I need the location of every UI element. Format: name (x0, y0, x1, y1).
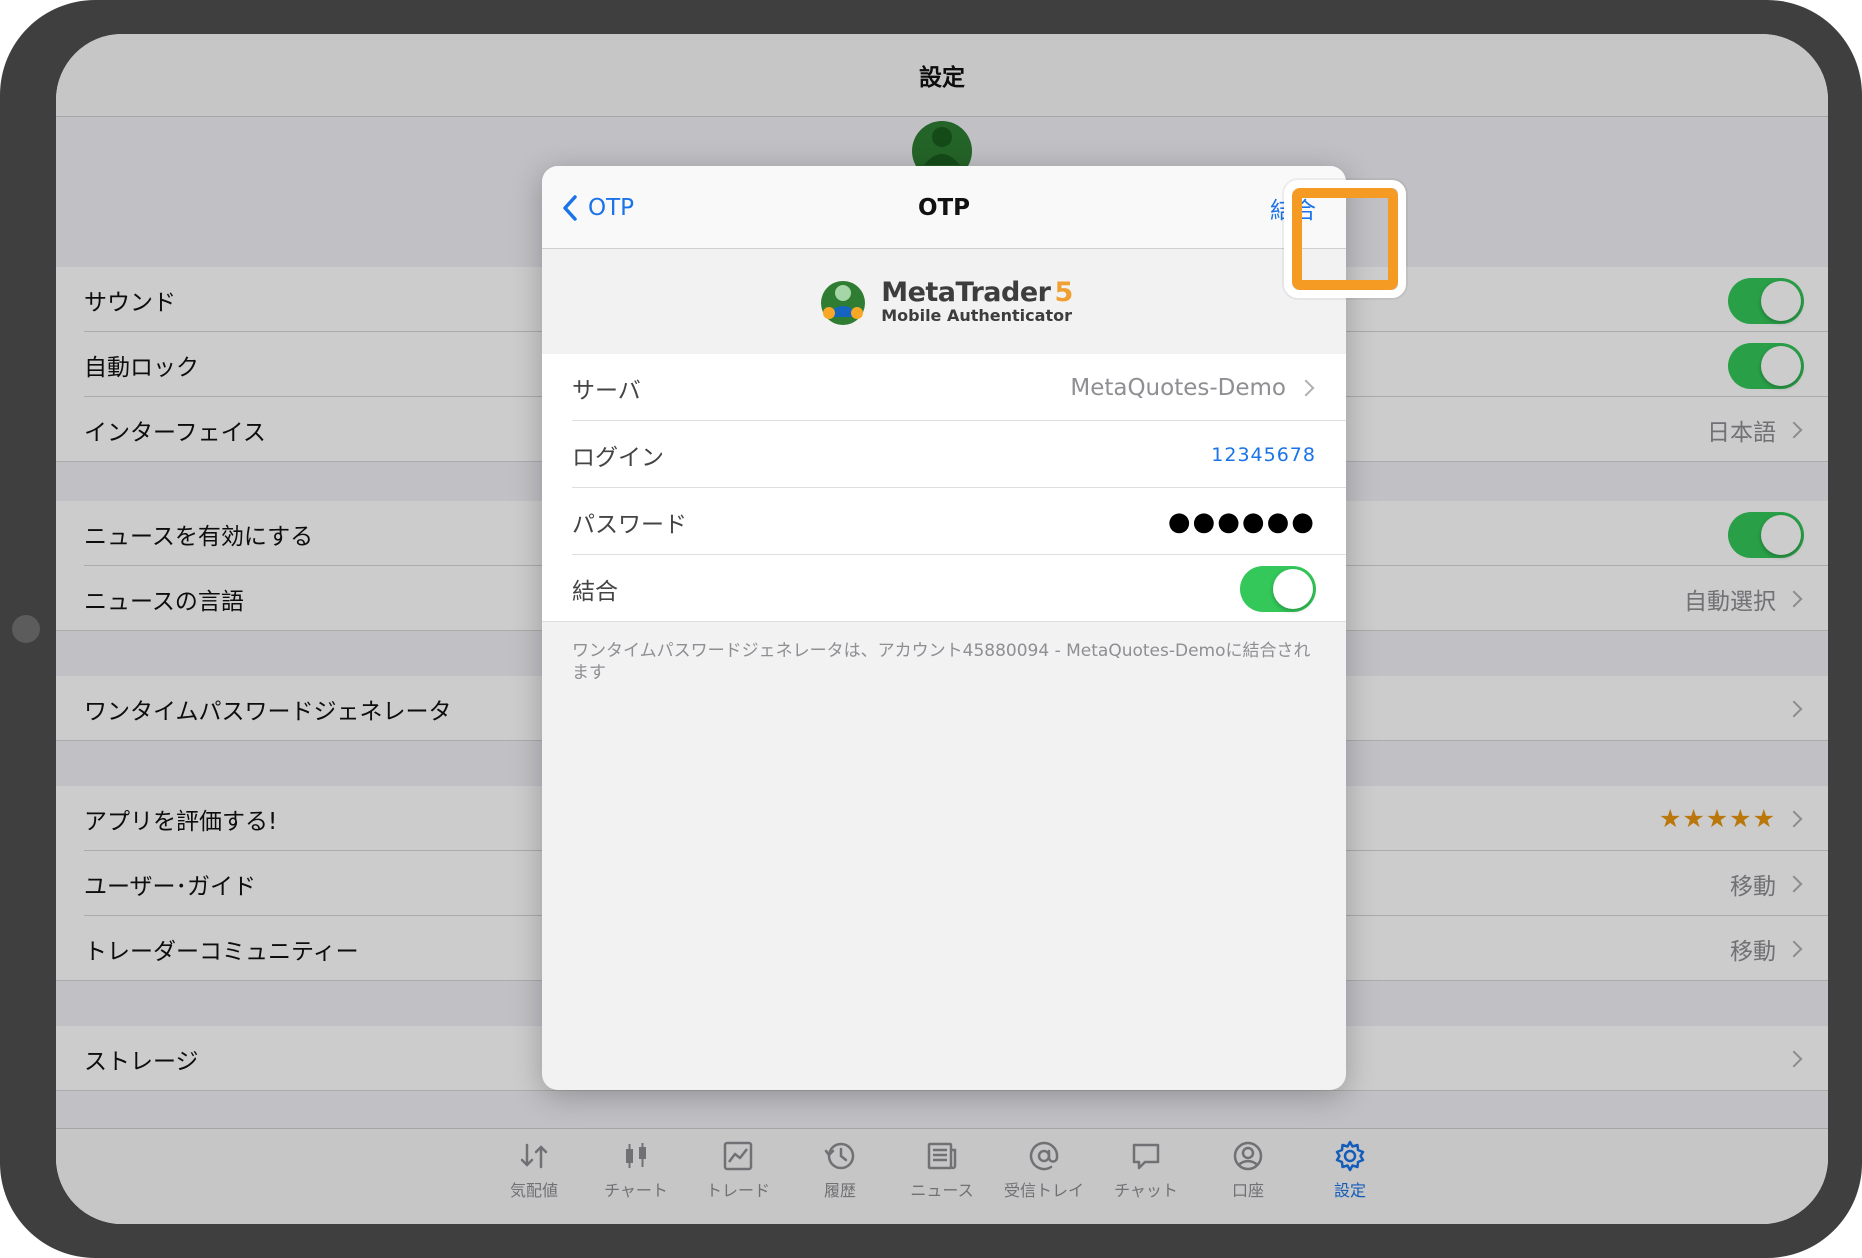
brand-name: MetaTrader 5 (881, 276, 1073, 308)
modal-title: OTP (917, 194, 971, 221)
bind-label: 結合 (572, 578, 618, 605)
login-row[interactable]: ログイン 12345678 (542, 421, 1346, 488)
password-row[interactable]: パスワード ●●●●●● (542, 488, 1346, 555)
server-value: MetaQuotes-Demo (1070, 354, 1316, 421)
camera-dot (12, 615, 40, 643)
bind-row: 結合 (542, 555, 1346, 622)
login-value[interactable]: 12345678 (1211, 421, 1316, 488)
chevron-right-icon (1297, 379, 1315, 396)
server-row[interactable]: サーバ MetaQuotes-Demo (542, 354, 1346, 421)
bind-toggle[interactable] (1240, 566, 1316, 612)
brand-subtitle: Mobile Authenticator (881, 305, 1072, 325)
password-value[interactable]: ●●●●●● (1168, 488, 1316, 555)
bind-footnote: ワンタイムパスワードジェネレータは、アカウント45880094 - MetaQu… (572, 641, 1311, 683)
server-label: サーバ (572, 377, 641, 404)
modal-nav-bar: OTP OTP 結合 (542, 166, 1346, 249)
otp-modal: OTP OTP 結合 MetaTrader 5 Mobile Authentica… (542, 166, 1346, 1090)
metatrader-logo-icon (821, 281, 866, 325)
password-label: パスワード (572, 511, 687, 538)
highlight-callout (1292, 188, 1398, 290)
screen: 設定 サウンド 自動ロック インターフェイス 日本語 ニュースを有効にする ニュ… (56, 34, 1828, 1224)
tablet-frame: 設定 サウンド 自動ロック インターフェイス 日本語 ニュースを有効にする ニュ… (0, 0, 1862, 1258)
login-label: ログイン (572, 444, 664, 471)
brand-logo: MetaTrader 5 Mobile Authenticator (542, 249, 1346, 353)
